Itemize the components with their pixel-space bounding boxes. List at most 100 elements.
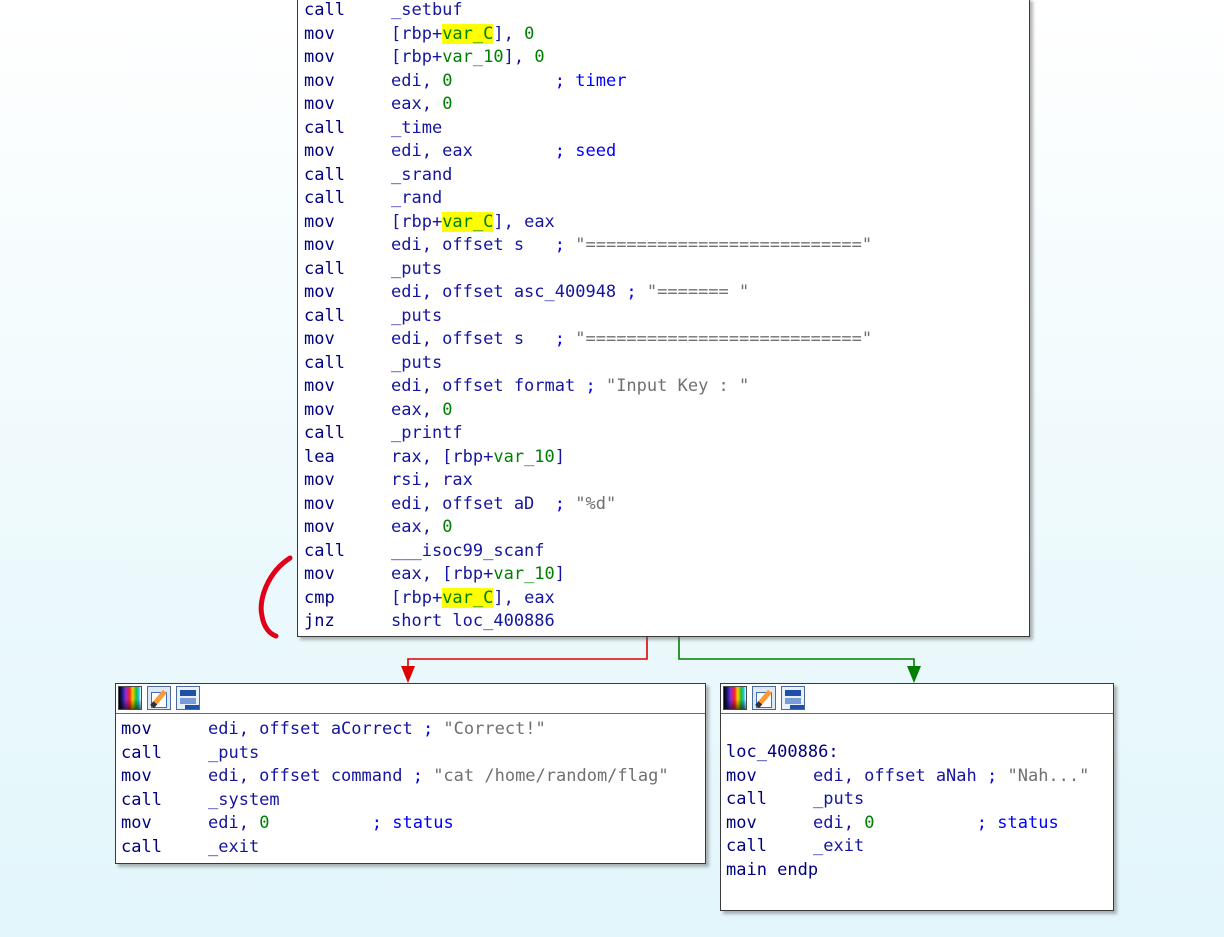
correct-basic-block[interactable]: mov edi, offset aCorrect ; "Correct!" call… (115, 683, 706, 864)
asm-operands: edi, offset aCorrect ; "Correct!" (208, 718, 546, 741)
asm-line[interactable]: call _srand (304, 164, 1024, 187)
asm-operands: [rbp+var_10], 0 (391, 46, 545, 69)
asm-line[interactable]: call _printf (304, 422, 1024, 445)
asm-mnemonic: mov (726, 765, 757, 786)
operand-text: _exit (208, 836, 260, 857)
asm-line[interactable]: main endp (726, 859, 1110, 882)
main-basic-block[interactable]: call _setbuf mov [rbp+var_C], 0 mov [rbp+var_… (297, 0, 1030, 637)
asm-operands: rsi, rax (391, 469, 473, 492)
asm-line[interactable]: call _exit (726, 835, 1110, 858)
graph-view-icon[interactable] (781, 686, 805, 710)
asm-line[interactable]: mov [rbp+var_C], 0 (304, 23, 1024, 46)
asm-operands: ___isoc99_scanf (391, 540, 545, 563)
asm-line[interactable]: mov eax, 0 (304, 399, 1024, 422)
asm-line[interactable]: mov edi, 0 ; status (726, 812, 1110, 835)
operand-text: ] (554, 446, 566, 467)
asm-line[interactable]: call _time (304, 117, 1024, 140)
edit-pencil-icon[interactable] (752, 686, 776, 710)
operand-text: ___isoc99_scanf (391, 540, 545, 561)
comment: ; status (976, 812, 1059, 833)
asm-line[interactable]: mov edi, eax ; seed (304, 140, 1024, 163)
operand-text: _puts (208, 742, 260, 763)
color-palette-icon[interactable] (118, 686, 142, 710)
asm-label: main endp (726, 859, 819, 880)
operand-text: edi, offset format (391, 376, 586, 396)
asm-line[interactable]: call ___isoc99_scanf (304, 540, 1024, 563)
asm-operands: _exit (813, 835, 864, 858)
comment: ; (987, 765, 1008, 786)
operand-text: edi, (391, 70, 443, 91)
asm-mnemonic: call (726, 789, 767, 809)
immediate-value: 0 (442, 94, 453, 114)
asm-operands: rax, [rbp+var_10] (391, 446, 565, 469)
string-comment: "cat /home/random/flag" (433, 766, 669, 786)
asm-line[interactable]: call _exit (121, 836, 701, 859)
asm-line[interactable]: mov eax, [rbp+var_10] (304, 563, 1024, 586)
asm-line[interactable]: jnz short loc_400886 (304, 610, 1024, 633)
asm-line[interactable]: mov [rbp+var_C], eax (304, 211, 1024, 234)
asm-mnemonic: call (304, 188, 345, 208)
asm-mnemonic: mov (304, 23, 335, 44)
asm-line[interactable]: call _setbuf (304, 0, 1024, 22)
asm-mnemonic: jnz (304, 611, 335, 631)
block-toolbar (116, 684, 705, 714)
color-palette-icon[interactable] (723, 686, 747, 710)
asm-line[interactable]: mov edi, offset asc_400948 ; "======= " (304, 281, 1024, 304)
highlighted-variable: var_C (442, 587, 494, 608)
nah-basic-block[interactable]: loc_400886: mov edi, offset aNah ; "Nah...… (720, 683, 1114, 911)
comment: ; (554, 493, 576, 514)
asm-line[interactable]: mov eax, 0 (304, 516, 1024, 539)
asm-operands: _srand (391, 164, 452, 187)
asm-line[interactable]: call _rand (304, 187, 1024, 210)
asm-line[interactable]: mov [rbp+var_10], 0 (304, 46, 1024, 69)
asm-line[interactable]: mov edi, offset s ; "====================… (304, 234, 1024, 257)
comment: ; (554, 329, 576, 349)
asm-line[interactable]: mov edi, offset format ; "Input Key : " (304, 375, 1024, 398)
asm-mnemonic: call (121, 789, 162, 810)
asm-line[interactable]: loc_400886: (726, 741, 1110, 764)
asm-mnemonic: call (304, 258, 345, 279)
operand-text: edi, offset asc_400948 (391, 282, 627, 302)
asm-line[interactable]: mov rsi, rax (304, 469, 1024, 492)
operand-text: eax, (391, 517, 443, 537)
operand-text: eax, (391, 399, 443, 420)
asm-line[interactable]: cmp [rbp+var_C], eax (304, 587, 1024, 610)
asm-line[interactable]: mov edi, 0 ; timer (304, 70, 1024, 93)
comment: ; (585, 376, 606, 396)
asm-operands: _puts (391, 352, 442, 375)
asm-mnemonic: call (304, 164, 345, 185)
operand-text: edi, offset aCorrect (208, 719, 423, 739)
asm-line[interactable]: mov edi, offset aNah ; "Nah..." (726, 765, 1110, 788)
asm-line[interactable]: call _puts (304, 305, 1024, 328)
asm-mnemonic: call (726, 836, 767, 856)
graph-view-icon[interactable] (176, 686, 200, 710)
asm-operands: _rand (391, 187, 442, 210)
asm-mnemonic: mov (121, 719, 152, 739)
operand-text: ], eax (493, 587, 555, 608)
asm-line[interactable]: call _puts (304, 258, 1024, 281)
operand-text: _printf (391, 423, 463, 443)
asm-operands: edi, eax ; seed (391, 140, 616, 163)
asm-line[interactable]: mov edi, offset aD ; "%d" (304, 493, 1024, 516)
asm-line[interactable]: mov edi, 0 ; status (121, 812, 701, 835)
asm-line[interactable]: mov edi, offset aCorrect ; "Correct!" (121, 718, 701, 741)
operand-text: edi, offset command (208, 766, 413, 786)
asm-operands: _setbuf (391, 0, 463, 22)
immediate-value: 0 (864, 812, 875, 833)
edit-pencil-icon[interactable] (147, 686, 171, 710)
string-comment: "======= " (646, 282, 750, 302)
asm-line[interactable]: mov eax, 0 (304, 93, 1024, 116)
asm-line[interactable]: call _puts (121, 742, 701, 765)
asm-line[interactable]: call _system (121, 789, 701, 812)
correct-block-code: mov edi, offset aCorrect ; "Correct!" call… (121, 718, 701, 860)
string-comment: "===========================" (575, 235, 873, 255)
asm-mnemonic: mov (304, 470, 335, 490)
asm-line[interactable]: call _puts (726, 788, 1110, 811)
asm-line[interactable]: mov edi, offset command ; "cat /home/rand… (121, 765, 701, 788)
operand-text: eax, (391, 94, 443, 114)
operand-text: _setbuf (391, 0, 463, 20)
asm-line[interactable]: call _puts (304, 352, 1024, 375)
asm-line[interactable]: mov edi, offset s ; "====================… (304, 328, 1024, 351)
comment: ; (412, 766, 434, 786)
asm-line[interactable]: lea rax, [rbp+var_10] (304, 446, 1024, 469)
